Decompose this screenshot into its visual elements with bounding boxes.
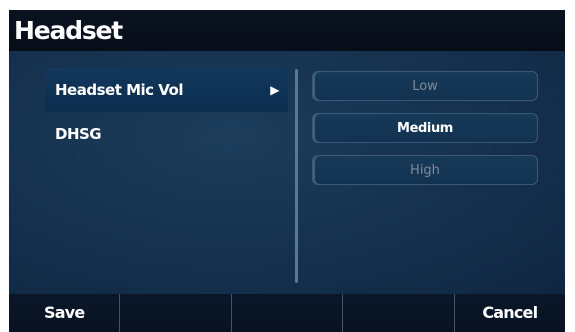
- title-bar: Headset: [9, 10, 565, 51]
- softkey-2[interactable]: [120, 294, 232, 332]
- menu-item-label: Headset Mic Vol: [55, 81, 184, 99]
- settings-menu: Headset Mic Vol ▶ DHSG: [45, 68, 288, 156]
- softkey-3[interactable]: [231, 294, 344, 332]
- softkey-4[interactable]: [343, 294, 455, 332]
- content-area: Headset Mic Vol ▶ DHSG Low Medium High: [9, 51, 565, 294]
- scrollbar[interactable]: [295, 69, 298, 283]
- save-softkey[interactable]: Save: [9, 294, 121, 332]
- cancel-softkey[interactable]: Cancel: [454, 294, 565, 332]
- triangle-right-icon: ▶: [270, 83, 279, 97]
- phone-screen: Headset Headset Mic Vol ▶ DHSG Low Mediu…: [9, 10, 565, 332]
- menu-item-headset-mic-vol[interactable]: Headset Mic Vol ▶: [45, 68, 288, 112]
- softkey-bar: Save Cancel: [9, 294, 565, 332]
- volume-options: Low Medium High: [312, 71, 538, 197]
- option-medium[interactable]: Medium: [312, 113, 538, 143]
- option-high[interactable]: High: [312, 155, 538, 185]
- option-low[interactable]: Low: [312, 71, 538, 101]
- page-title: Headset: [14, 16, 123, 45]
- menu-item-dhsg[interactable]: DHSG: [45, 112, 288, 156]
- menu-item-label: DHSG: [55, 125, 102, 143]
